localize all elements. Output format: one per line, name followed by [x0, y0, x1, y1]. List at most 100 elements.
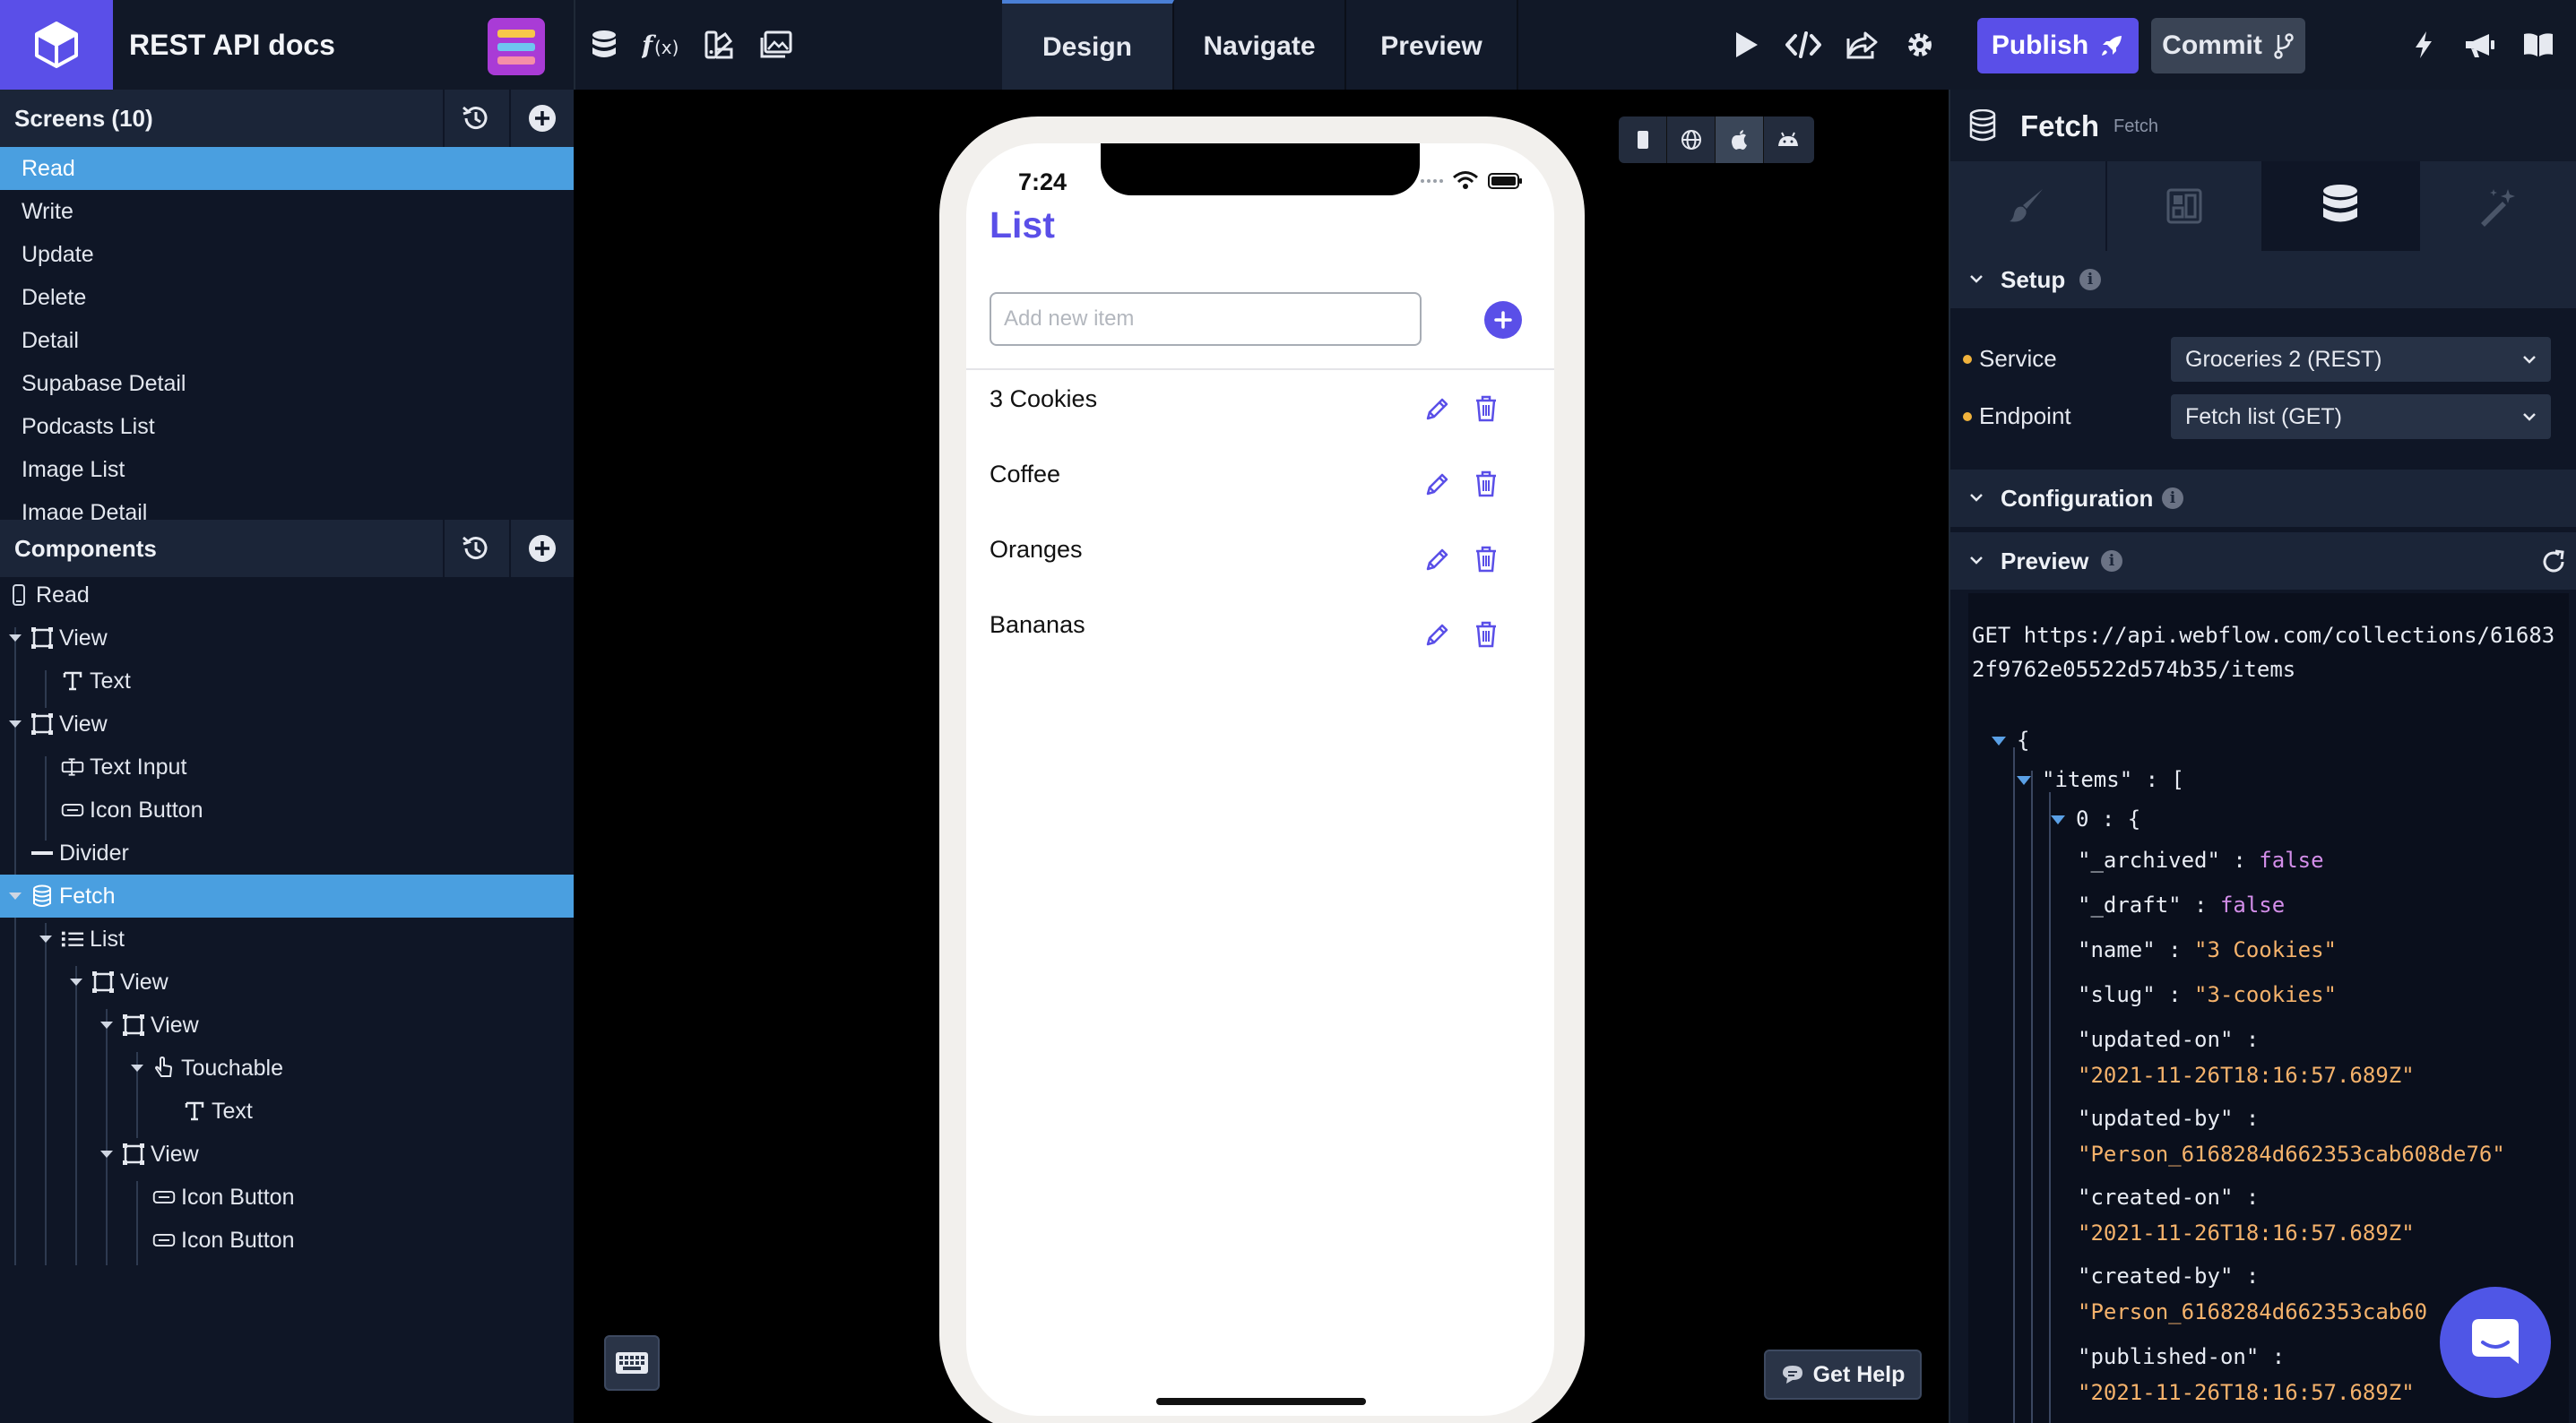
announcements-megaphone-icon[interactable] [2459, 25, 2499, 65]
add-screen-button[interactable] [509, 90, 574, 147]
add-item-button[interactable] [1484, 301, 1522, 339]
screen-item-supabase-detail[interactable]: Supabase Detail [0, 362, 574, 405]
device-phone-button[interactable] [1619, 116, 1667, 163]
list-item[interactable]: Bananas [990, 611, 1527, 665]
info-icon[interactable]: i [2162, 487, 2183, 509]
configuration-section-header[interactable]: Configuration i [1950, 470, 2576, 527]
json-line[interactable]: { [1992, 728, 2029, 753]
tree-item-icon-button[interactable]: Icon Button [0, 1176, 574, 1219]
json-collapse-caret-icon[interactable] [2051, 815, 2065, 824]
json-line[interactable]: 0 : { [2051, 806, 2140, 832]
tab-data[interactable] [2263, 161, 2420, 251]
tree-item-icon-button[interactable]: Icon Button [0, 1219, 574, 1262]
components-history-button[interactable] [443, 520, 507, 577]
expand-caret-icon[interactable] [9, 634, 22, 642]
tree-item-view[interactable]: View [0, 1004, 574, 1047]
screen-item-write[interactable]: Write [0, 190, 574, 233]
expand-caret-icon[interactable] [9, 893, 22, 900]
device-web-button[interactable] [1667, 116, 1716, 163]
tree-item-view[interactable]: View [0, 617, 574, 660]
tree-item-touchable[interactable]: Touchable [0, 1047, 574, 1090]
setup-section-header[interactable]: Setup i [1950, 251, 2576, 308]
json-line: "2021-11-26T18:16:57.689Z" [2078, 1220, 2415, 1246]
expand-caret-icon[interactable] [70, 979, 82, 986]
tree-item-list[interactable]: List [0, 918, 574, 961]
info-icon[interactable]: i [2101, 550, 2122, 572]
expand-caret-icon[interactable] [131, 1065, 143, 1072]
screen-item-detail[interactable]: Detail [0, 319, 574, 362]
screens-history-button[interactable] [443, 90, 507, 147]
list-item[interactable]: Coffee [990, 461, 1527, 514]
code-icon[interactable] [1784, 25, 1823, 65]
refresh-icon[interactable] [2540, 548, 2567, 575]
tab-style[interactable] [1950, 161, 2107, 251]
tree-item-view[interactable]: View [0, 961, 574, 1004]
preview-section-header[interactable]: Preview i [1950, 532, 2576, 590]
support-chat-button[interactable] [2440, 1287, 2551, 1398]
commit-button[interactable]: Commit [2151, 18, 2305, 73]
tree-item-text-input[interactable]: Text Input [0, 746, 574, 789]
service-select[interactable]: Groceries 2 (REST) [2171, 337, 2551, 382]
publish-button[interactable]: Publish [1977, 18, 2139, 73]
play-icon[interactable] [1726, 25, 1766, 65]
function-icon[interactable]: f (x) [640, 25, 685, 65]
tab-layout[interactable] [2106, 161, 2263, 251]
device-ios-button[interactable] [1716, 116, 1764, 163]
add-component-button[interactable] [509, 520, 574, 577]
theme-icon[interactable] [699, 25, 739, 65]
list-item[interactable]: Oranges [990, 536, 1527, 590]
media-icon[interactable] [756, 25, 796, 65]
info-icon[interactable]: i [2079, 269, 2101, 290]
docs-book-icon[interactable] [2519, 25, 2558, 65]
chevron-down-icon [1970, 494, 1983, 502]
tab-preview[interactable]: Preview [1346, 0, 1518, 90]
data-icon[interactable] [584, 25, 624, 65]
settings-gear-icon[interactable] [1900, 25, 1940, 65]
screen-item-update[interactable]: Update [0, 233, 574, 276]
get-help-button[interactable]: Get Help [1764, 1350, 1922, 1400]
app-icon-avatar[interactable] [488, 18, 545, 75]
edit-pencil-icon[interactable] [1423, 471, 1450, 498]
expand-caret-icon[interactable] [100, 1022, 113, 1029]
edit-pencil-icon[interactable] [1423, 547, 1450, 574]
screen-item-podcasts-list[interactable]: Podcasts List [0, 405, 574, 448]
screen-item-image-detail[interactable]: Image Detail [0, 491, 574, 520]
list-item[interactable]: 3 Cookies [990, 385, 1527, 439]
json-collapse-caret-icon[interactable] [1992, 737, 2006, 746]
delete-trash-icon[interactable] [1474, 545, 1499, 574]
share-icon[interactable] [1843, 25, 1882, 65]
tab-navigate[interactable]: Navigate [1174, 0, 1346, 90]
tree-item-text[interactable]: Text [0, 1090, 574, 1133]
endpoint-select[interactable]: Fetch list (GET) [2171, 394, 2551, 439]
delete-trash-icon[interactable] [1474, 470, 1499, 498]
device-android-button[interactable] [1764, 116, 1812, 163]
screen-item-read[interactable]: Read [0, 147, 574, 190]
app-logo[interactable] [0, 0, 113, 90]
json-line[interactable]: "items" : [ [2017, 767, 2184, 792]
json-token: false [2219, 893, 2286, 918]
tree-item-read[interactable]: Read [0, 574, 574, 617]
json-collapse-caret-icon[interactable] [2017, 776, 2031, 785]
expand-caret-icon[interactable] [9, 720, 22, 728]
view-icon [30, 626, 54, 650]
tree-item-text[interactable]: Text [0, 660, 574, 703]
delete-trash-icon[interactable] [1474, 394, 1499, 423]
tree-item-icon-button[interactable]: Icon Button [0, 789, 574, 832]
phone-screen-title: List [990, 204, 1055, 246]
tree-item-view[interactable]: View [0, 703, 574, 746]
lightning-icon[interactable] [2404, 25, 2443, 65]
expand-caret-icon[interactable] [100, 1151, 113, 1158]
add-item-input[interactable]: Add new item [990, 292, 1422, 346]
tab-design[interactable]: Design [1002, 0, 1174, 90]
delete-trash-icon[interactable] [1474, 620, 1499, 649]
edit-pencil-icon[interactable] [1423, 396, 1450, 423]
expand-caret-icon[interactable] [39, 936, 52, 943]
edit-pencil-icon[interactable] [1423, 622, 1450, 649]
tab-actions[interactable] [2419, 161, 2576, 251]
screen-item-image-list[interactable]: Image List [0, 448, 574, 491]
tree-item-view[interactable]: View [0, 1133, 574, 1176]
keyboard-shortcuts-button[interactable] [604, 1335, 660, 1391]
screen-item-delete[interactable]: Delete [0, 276, 574, 319]
tree-item-fetch[interactable]: Fetch [0, 875, 574, 918]
tree-item-divider[interactable]: Divider [0, 832, 574, 875]
